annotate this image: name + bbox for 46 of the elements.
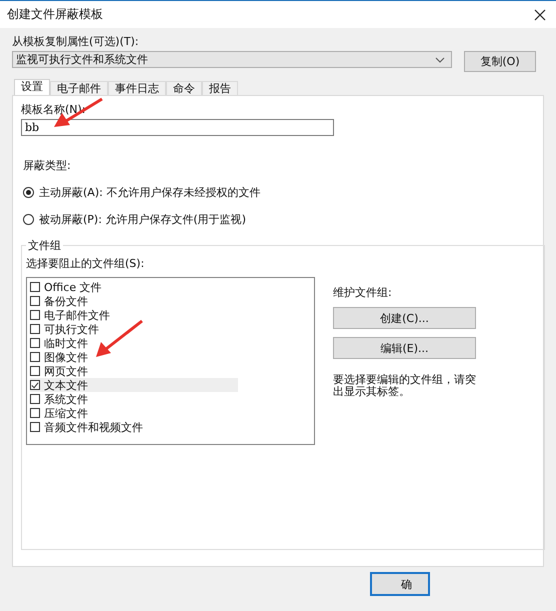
file-group-label: 备份文件 (44, 294, 88, 308)
radio-label: 被动屏蔽(P): 允许用户保存文件(用于监视) (39, 212, 246, 227)
file-group-label: 系统文件 (44, 392, 88, 406)
close-icon[interactable] (534, 8, 546, 20)
group-button[interactable]: 创建(C)... (333, 307, 476, 329)
checkbox[interactable] (30, 296, 40, 306)
window-title: 创建文件屏蔽模板 (7, 6, 103, 23)
file-group-label: 压缩文件 (44, 406, 88, 420)
checkbox[interactable] (30, 282, 40, 292)
chevron-icon (435, 56, 445, 62)
checkbox[interactable] (30, 366, 40, 376)
radio-button[interactable] (23, 214, 34, 225)
checkbox[interactable] (30, 310, 40, 320)
radio-button[interactable] (23, 187, 34, 198)
group-title: 文件组 (26, 238, 63, 253)
tab[interactable]: 事件日志 (108, 81, 166, 96)
hint-text: 要选择要编辑的文件组，请突出显示其标签。 (333, 374, 477, 398)
screening-type-label: 屏蔽类型: (23, 158, 72, 173)
copy-button[interactable]: 复制(O) (464, 51, 536, 72)
tab[interactable]: 电子邮件 (50, 81, 108, 96)
radio-label: 主动屏蔽(A): 不允许用户保存未经授权的文件 (39, 185, 260, 200)
file-group-label: 电子邮件文件 (44, 308, 110, 322)
checkbox[interactable] (30, 338, 40, 348)
tab[interactable]: 设置 (14, 79, 50, 96)
template-name-field[interactable]: bb (21, 119, 334, 136)
file-group-label: Office 文件 (44, 280, 102, 294)
tab[interactable]: 报告 (202, 81, 238, 96)
file-group-label: 音频文件和视频文件 (44, 420, 143, 434)
checkbox[interactable] (30, 380, 40, 390)
checkbox[interactable] (30, 408, 40, 418)
file-group-label: 网页文件 (44, 364, 88, 378)
checkbox[interactable] (30, 422, 40, 432)
copy-from-label: 从模板复制属性(可选)(T): (12, 34, 140, 49)
template-dropdown[interactable]: 监视可执行文件和系统文件 (12, 51, 452, 68)
file-group-label: 文本文件 (44, 378, 88, 392)
group-button[interactable]: 编辑(E)... (333, 337, 476, 359)
file-group-label: 图像文件 (44, 350, 88, 364)
checkbox[interactable] (30, 324, 40, 334)
maintain-label: 维护文件组: (333, 285, 393, 300)
tab[interactable]: 命令 (166, 81, 202, 96)
ok-button[interactable]: 确 (370, 572, 430, 596)
file-group-label: 临时文件 (44, 336, 88, 350)
file-group-list-label: 选择要阻止的文件组(S): (26, 256, 146, 271)
file-group-label: 可执行文件 (44, 322, 99, 336)
checkbox[interactable] (30, 394, 40, 404)
checkbox[interactable] (30, 352, 40, 362)
